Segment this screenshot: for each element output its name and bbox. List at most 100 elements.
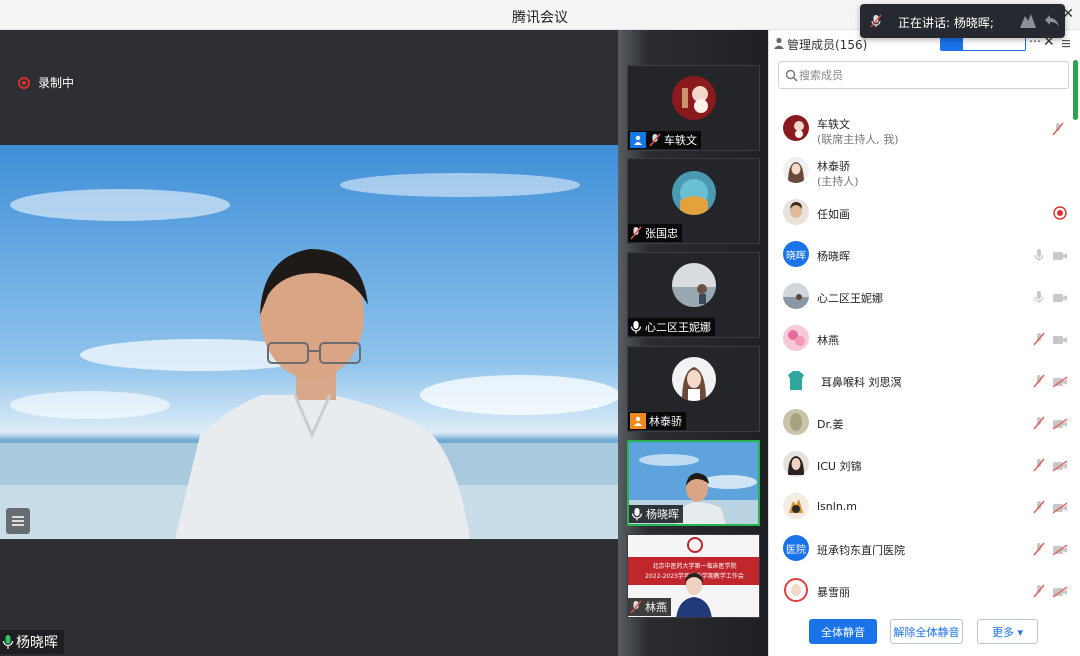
member-row[interactable]: 心二区王妮娜 [769, 280, 1073, 322]
mic-icon[interactable] [1032, 248, 1046, 262]
camera-icon[interactable] [1052, 250, 1068, 262]
main-video-area: 录制中 杨晓晖 [0, 30, 618, 656]
avatar-image [783, 451, 809, 477]
list-toggle-button[interactable] [6, 508, 30, 534]
avatar: 晓晖 [783, 241, 809, 267]
member-row[interactable]: Dr.姜 [769, 406, 1073, 448]
camera-off-icon[interactable] [1052, 544, 1068, 556]
camera-off-icon[interactable] [1052, 418, 1068, 430]
video-tile[interactable]: 车轶文 [627, 65, 760, 151]
panel-title: 管理成员(156) [787, 38, 868, 52]
tile-label: 心二区王妮娜 [628, 318, 715, 336]
member-name: 任如画 [817, 208, 850, 221]
avatar [783, 367, 809, 393]
muted-mic-icon [649, 133, 661, 147]
avatar [783, 325, 809, 351]
member-row[interactable]: 任如画 [769, 196, 1073, 238]
panel-scrollbar[interactable] [1073, 60, 1078, 120]
speaking-banner: 正在讲话: 杨晓晖; [860, 4, 1065, 38]
tile-label: 杨晓晖 [629, 505, 683, 523]
record-icon [18, 76, 30, 89]
menu-icon[interactable] [1059, 36, 1073, 50]
member-row[interactable]: 耳鼻喉科 刘思溟 [769, 364, 1073, 406]
mute-all-button[interactable]: 全体静音 [809, 619, 877, 644]
video-tile[interactable]: 林泰骄 [627, 346, 760, 432]
camera-icon[interactable] [1052, 292, 1068, 304]
member-row[interactable]: 晓晖 杨晓晖 [769, 238, 1073, 280]
main-speaker-label: 杨晓晖 [0, 630, 64, 654]
tile-name: 车轶文 [664, 134, 697, 147]
member-role: (联席主持人, 我) [817, 133, 899, 146]
presenter-image [676, 573, 712, 617]
muted-mic-icon[interactable] [1032, 500, 1046, 514]
video-tile[interactable]: 北京中医药大学第一临床医学院 2022-2023学年秋季学期教学工作会 林燕 [627, 534, 760, 618]
member-row[interactable]: 车轶文 (联席主持人, 我) [769, 112, 1073, 154]
hand-icon[interactable] [1018, 12, 1038, 30]
member-name: lsnln.m [817, 500, 857, 513]
unmute-all-button[interactable]: 解除全体静音 [890, 619, 963, 644]
member-row[interactable]: ICU 刘锦 [769, 448, 1073, 490]
camera-off-icon[interactable] [1052, 376, 1068, 388]
panel-footer: 全体静音 解除全体静音 更多 ▾ [769, 613, 1080, 656]
tile-name: 心二区王妮娜 [645, 321, 711, 334]
muted-mic-icon[interactable] [1032, 332, 1046, 346]
speaker-video-frame [0, 145, 618, 539]
tile-name: 林燕 [645, 601, 667, 614]
muted-mic-icon [630, 600, 642, 614]
member-name: 耳鼻喉科 刘思溟 [821, 376, 902, 389]
more-button[interactable]: 更多 ▾ [977, 619, 1038, 644]
tile-label: 张国忠 [628, 224, 682, 242]
cohost-badge-icon [630, 413, 646, 429]
participant-panel: 管理成员(156) ⋯ ✕ 车轶文 (联席主持人, 我) [768, 30, 1080, 656]
muted-mic-icon[interactable] [1051, 122, 1065, 136]
member-row[interactable]: 暴雪丽 [769, 574, 1073, 616]
avatar [783, 157, 809, 183]
muted-mic-icon[interactable] [1032, 584, 1046, 598]
recording-indicator[interactable]: 录制中 [18, 74, 74, 91]
member-row[interactable]: 林燕 [769, 322, 1073, 364]
host-badge-icon [630, 132, 646, 148]
mic-on-icon [631, 508, 643, 521]
mic-icon[interactable] [1032, 290, 1046, 304]
camera-off-icon[interactable] [1052, 586, 1068, 598]
person-icon [774, 37, 784, 49]
avatar [783, 493, 809, 519]
member-name: Dr.姜 [817, 418, 844, 431]
search-icon [785, 69, 798, 82]
member-row[interactable]: 医院 班承钧东直门医院 [769, 532, 1073, 574]
muted-mic-icon [630, 226, 642, 240]
video-tile[interactable]: 心二区王妮娜 [627, 252, 760, 338]
search-input[interactable] [799, 65, 1059, 85]
muted-mic-icon[interactable] [1032, 416, 1046, 430]
avatar-image [783, 325, 809, 351]
video-tile[interactable]: 张国忠 [627, 158, 760, 244]
avatar-image [783, 493, 809, 519]
member-row[interactable]: lsnln.m [769, 490, 1073, 532]
camera-off-icon[interactable] [1052, 460, 1068, 472]
member-row[interactable]: 林泰骄 (主持人) [769, 154, 1073, 196]
tile-name: 杨晓晖 [646, 508, 679, 521]
muted-mic-icon[interactable] [1032, 458, 1046, 472]
member-search [778, 61, 1069, 89]
member-name: 暴雪丽 [817, 586, 850, 599]
tile-label: 林燕 [628, 598, 671, 616]
muted-mic-icon[interactable] [1032, 542, 1046, 556]
camera-icon[interactable] [1052, 334, 1068, 346]
camera-off-icon[interactable] [1052, 502, 1068, 514]
member-name: 车轶文 [817, 118, 850, 131]
recording-icon [1053, 206, 1067, 220]
muted-mic-icon[interactable] [1032, 374, 1046, 388]
video-thumbnail-strip: 车轶文 张国忠 心二区王妮娜 林泰骄 杨晓晖 北京中医药大学第一临床医学院 林燕 [618, 30, 768, 656]
mic-on-icon [2, 635, 14, 649]
avatar [672, 171, 716, 215]
avatar [672, 357, 716, 401]
speaker-video [0, 145, 618, 539]
avatar-image [672, 357, 716, 401]
return-icon[interactable] [1043, 12, 1061, 30]
avatar [672, 263, 716, 307]
video-tile-active[interactable]: 杨晓晖 [627, 440, 760, 526]
avatar-image [783, 577, 809, 603]
mic-on-icon [630, 321, 642, 334]
avatar [783, 409, 809, 435]
list-icon [12, 516, 24, 526]
